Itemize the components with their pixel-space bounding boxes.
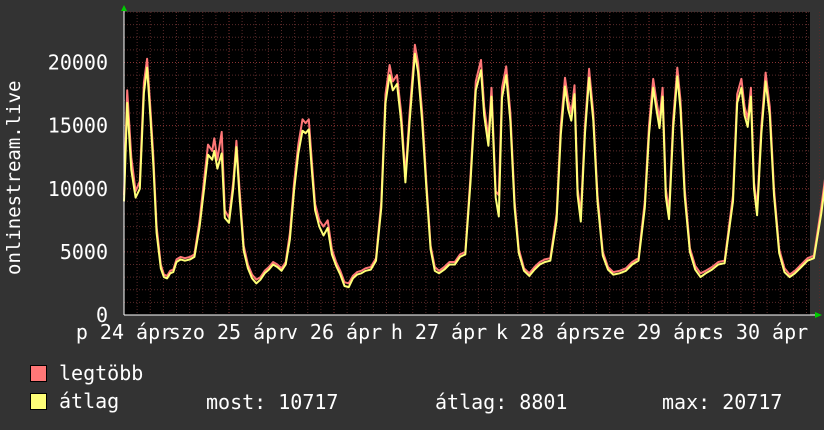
legend-item-max: legtöbb bbox=[30, 361, 144, 385]
legend-label-avg: átlag bbox=[59, 389, 120, 413]
x-tick-label: v 26 ápr bbox=[286, 320, 382, 344]
x-tick-label: k 28 ápr bbox=[496, 320, 592, 344]
stat-max: max: 20717 bbox=[662, 390, 783, 414]
stat-current: most: 10717 bbox=[206, 390, 339, 414]
x-tick-label: h 27 ápr bbox=[391, 320, 487, 344]
y-tick-label: 15000 bbox=[48, 114, 108, 138]
x-tick-label: szo 25 ápr bbox=[169, 320, 289, 344]
legend-item-avg: átlag bbox=[30, 389, 120, 413]
x-tick-label: cs 30 ápr bbox=[700, 320, 808, 344]
y-axis-arrow bbox=[121, 5, 127, 11]
y-tick-label: 5000 bbox=[60, 240, 108, 264]
y-tick-label: 10000 bbox=[48, 177, 108, 201]
x-tick-label: sze 29 ápr bbox=[589, 320, 709, 344]
stat-average: átlag: 8801 bbox=[435, 390, 568, 414]
x-tick-label: p 24 ápr bbox=[76, 320, 172, 344]
x-axis-arrow bbox=[815, 312, 822, 318]
y-tick-label: 20000 bbox=[48, 51, 108, 75]
legend-swatch-avg bbox=[30, 392, 47, 410]
legend-swatch-max bbox=[30, 364, 47, 382]
legend-label-max: legtöbb bbox=[59, 361, 144, 385]
y-axis-label: onlinestream.live bbox=[3, 81, 25, 275]
